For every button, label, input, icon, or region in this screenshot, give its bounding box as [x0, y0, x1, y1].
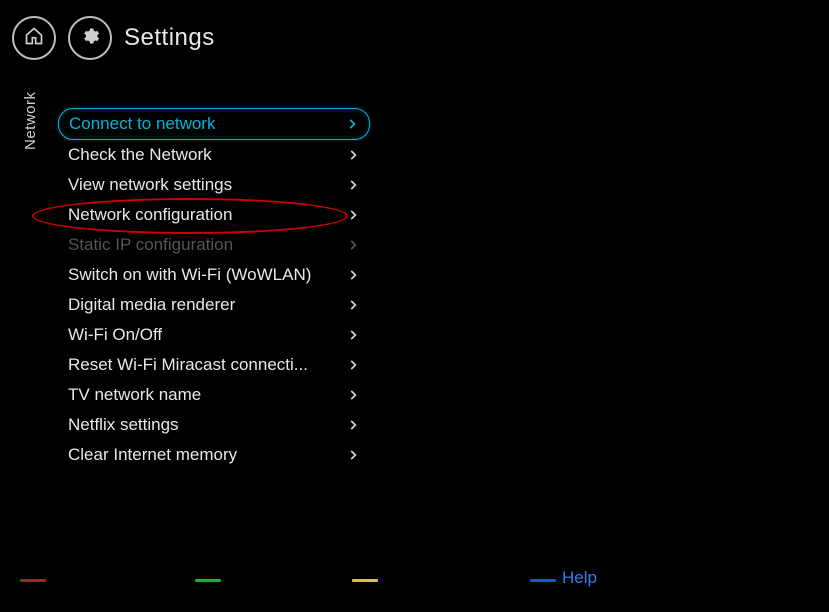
menu-item-6[interactable]: Digital media renderer	[58, 290, 370, 320]
color-key-blue	[530, 579, 556, 582]
menu-item-2[interactable]: View network settings	[58, 170, 370, 200]
menu-item-label: Switch on with Wi-Fi (WoWLAN)	[68, 265, 311, 285]
chevron-right-icon	[346, 268, 360, 282]
menu-item-label: Netflix settings	[68, 415, 179, 435]
menu-item-8[interactable]: Reset Wi-Fi Miracast connecti...	[58, 350, 370, 380]
chevron-right-icon	[346, 238, 360, 252]
menu-item-10[interactable]: Netflix settings	[58, 410, 370, 440]
menu-item-label: Digital media renderer	[68, 295, 235, 315]
color-key-green	[195, 579, 221, 582]
chevron-right-icon	[346, 178, 360, 192]
home-icon	[24, 26, 44, 51]
menu-item-4: Static IP configuration	[58, 230, 370, 260]
chevron-right-icon	[346, 448, 360, 462]
section-label: Network	[22, 91, 39, 150]
page-title: Settings	[124, 24, 215, 52]
settings-menu: Connect to network Check the Network View …	[58, 108, 370, 470]
color-key-bar: Help	[0, 562, 829, 582]
menu-item-9[interactable]: TV network name	[58, 380, 370, 410]
chevron-right-icon	[345, 117, 359, 131]
chevron-right-icon	[346, 358, 360, 372]
menu-item-label: Check the Network	[68, 145, 212, 165]
menu-item-label: TV network name	[68, 385, 201, 405]
menu-item-3[interactable]: Network configuration	[58, 200, 370, 230]
menu-item-0[interactable]: Connect to network	[58, 108, 370, 140]
chevron-right-icon	[346, 148, 360, 162]
menu-item-label: Connect to network	[69, 114, 215, 134]
menu-item-label: Reset Wi-Fi Miracast connecti...	[68, 355, 308, 375]
menu-item-label: Network configuration	[68, 205, 232, 225]
menu-item-label: Clear Internet memory	[68, 445, 237, 465]
menu-item-label: Static IP configuration	[68, 235, 233, 255]
chevron-right-icon	[346, 388, 360, 402]
home-button[interactable]	[12, 16, 56, 60]
chevron-right-icon	[346, 298, 360, 312]
chevron-right-icon	[346, 208, 360, 222]
settings-button[interactable]	[68, 16, 112, 60]
header: Settings	[12, 16, 215, 60]
color-key-red	[20, 579, 46, 582]
menu-item-5[interactable]: Switch on with Wi-Fi (WoWLAN)	[58, 260, 370, 290]
menu-item-label: Wi-Fi On/Off	[68, 325, 162, 345]
gear-icon	[80, 26, 100, 51]
menu-item-label: View network settings	[68, 175, 232, 195]
chevron-right-icon	[346, 328, 360, 342]
help-hint[interactable]: Help	[562, 568, 597, 588]
menu-item-1[interactable]: Check the Network	[58, 140, 370, 170]
chevron-right-icon	[346, 418, 360, 432]
color-key-yellow	[352, 579, 378, 582]
menu-item-7[interactable]: Wi-Fi On/Off	[58, 320, 370, 350]
menu-item-11[interactable]: Clear Internet memory	[58, 440, 370, 470]
